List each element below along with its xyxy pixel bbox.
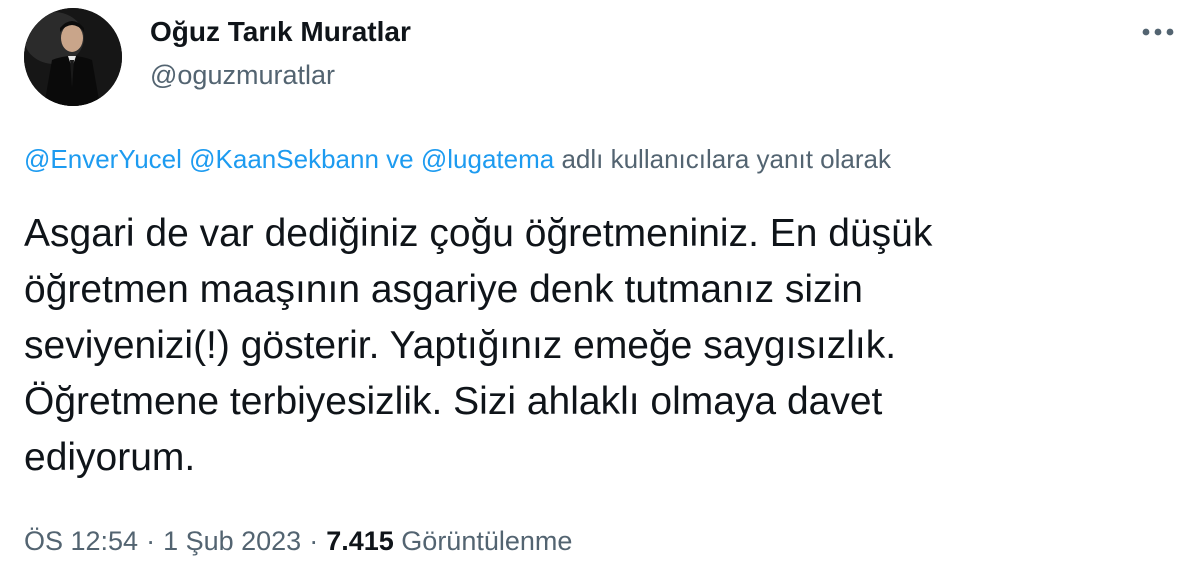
views-count: 7.415 <box>326 526 394 556</box>
reply-connector: ve <box>386 144 414 174</box>
reply-suffix: adlı kullanıcılara yanıt olarak <box>561 144 891 174</box>
mention-link-lugatema[interactable]: @lugatema <box>421 144 554 174</box>
tweet-text: Asgari de var dediğiniz çoğu öğretmenini… <box>24 206 1174 486</box>
author-display-name[interactable]: Oğuz Tarık Muratlar <box>150 16 411 48</box>
author-handle[interactable]: @oguzmuratlar <box>150 60 335 91</box>
mention-link-enveryucel[interactable]: @EnverYucel <box>24 144 182 174</box>
tweet-text-line: Asgari de var dediğiniz çoğu öğretmenini… <box>24 212 933 255</box>
tweet-text-line: öğretmen maaşının asgariye denk tutmanız… <box>24 268 863 311</box>
more-options-button[interactable] <box>1136 14 1180 50</box>
tweet-text-line: ediyorum. <box>24 436 196 479</box>
avatar-photo <box>24 8 122 106</box>
meta-separator: · <box>309 526 319 556</box>
tweet-date[interactable]: 1 Şub 2023 <box>163 526 301 556</box>
views-label: Görüntülenme <box>401 526 573 556</box>
tweet-time[interactable]: ÖS 12:54 <box>24 526 138 556</box>
more-horizontal-icon <box>1142 28 1174 36</box>
tweet-meta: ÖS 12:54 · 1 Şub 2023 · 7.415 Görüntülenme <box>24 526 572 557</box>
tweet-text-line: seviyenizi(!) gösterir. Yaptığınız emeğe… <box>24 324 897 367</box>
tweet-text-line: Öğretmene terbiyesizlik. Sizi ahlaklı ol… <box>24 380 883 423</box>
meta-separator: · <box>146 526 156 556</box>
avatar[interactable] <box>24 8 122 106</box>
mention-link-kaansekbann[interactable]: @KaanSekbann <box>189 144 379 174</box>
reply-context: @EnverYucel @KaanSekbann ve @lugatema ad… <box>24 144 891 175</box>
